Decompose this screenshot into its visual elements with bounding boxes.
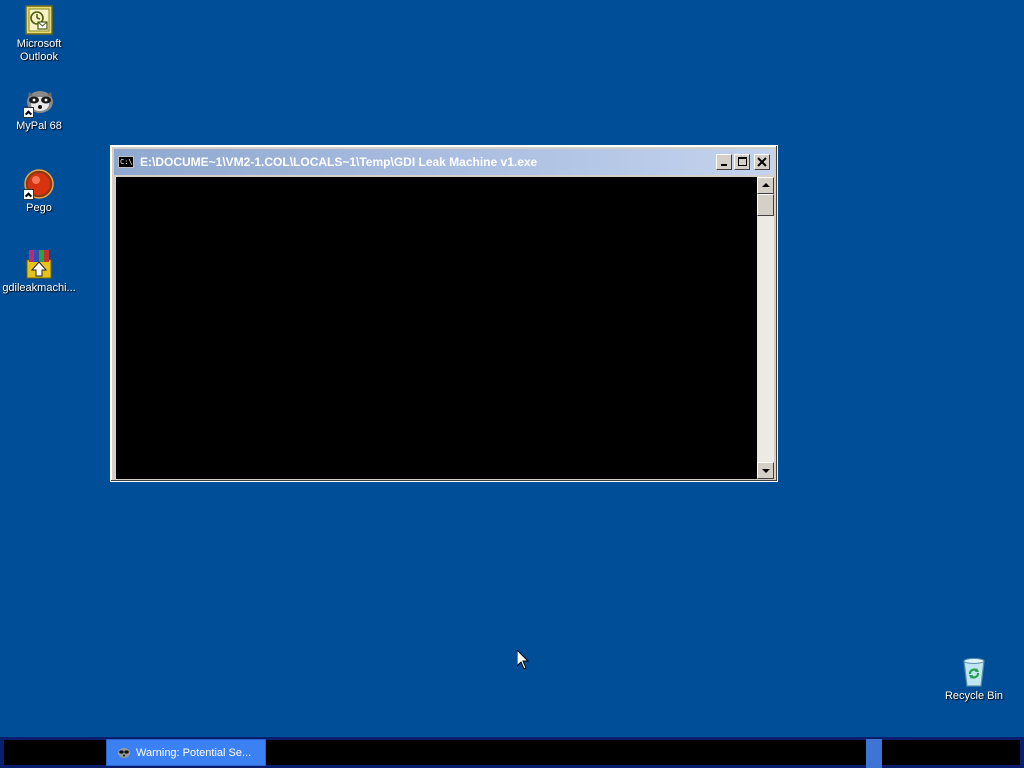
console-icon[interactable]: C:\ — [118, 156, 134, 168]
shortcut-arrow-icon — [23, 189, 34, 200]
console-output-area[interactable] — [116, 177, 757, 479]
taskbar-button-warning[interactable]: Warning: Potential Se... — [106, 739, 266, 766]
installer-icon — [23, 248, 55, 280]
mypal-icon — [23, 86, 55, 118]
maximize-button[interactable] — [734, 154, 750, 170]
desktop: Microsoft Outlook MyPal 68 Pego gdileakm… — [0, 0, 1024, 737]
pego-icon — [23, 168, 55, 200]
desktop-icon-label: Pego — [26, 202, 52, 214]
mouse-pointer-icon — [517, 650, 529, 670]
desktop-icon-pego[interactable]: Pego — [0, 168, 78, 215]
close-icon — [757, 157, 767, 167]
desktop-icon-label: MyPal 68 — [16, 120, 62, 132]
outlook-icon — [23, 4, 55, 36]
recycle-bin-icon — [958, 656, 990, 688]
desktop-icon-gdileakmachine[interactable]: gdileakmachi... — [0, 248, 78, 295]
warning-app-icon — [117, 746, 131, 760]
arrow-up-icon — [762, 183, 770, 187]
close-button[interactable] — [754, 154, 770, 170]
shortcut-arrow-icon — [23, 107, 34, 118]
scroll-thumb[interactable] — [757, 194, 774, 216]
desktop-icon-label: Microsoft Outlook — [16, 38, 62, 63]
desktop-icon-label: Recycle Bin — [944, 690, 1004, 702]
taskbar-button-label: Warning: Potential Se... — [136, 746, 252, 759]
window-title: E:\DOCUME~1\VM2-1.COL\LOCALS~1\Temp\GDI … — [140, 155, 538, 169]
scroll-down-button[interactable] — [757, 462, 774, 479]
minimize-icon — [721, 164, 727, 166]
desktop-icon-mypal-68[interactable]: MyPal 68 — [0, 86, 78, 133]
maximize-icon — [738, 157, 747, 166]
console-window[interactable]: C:\ E:\DOCUME~1\VM2-1.COL\LOCALS~1\Temp\… — [110, 145, 778, 482]
arrow-down-icon — [762, 469, 770, 473]
minimize-button[interactable] — [716, 154, 732, 170]
desktop-icon-label: gdileakmachi... — [2, 282, 76, 294]
scroll-up-button[interactable] — [757, 177, 774, 194]
desktop-icon-microsoft-outlook[interactable]: Microsoft Outlook — [0, 4, 78, 64]
taskbar-tray-separator — [866, 739, 882, 768]
desktop-icon-recycle-bin[interactable]: Recycle Bin — [935, 656, 1013, 703]
window-titlebar[interactable]: C:\ E:\DOCUME~1\VM2-1.COL\LOCALS~1\Temp\… — [114, 149, 774, 175]
vertical-scrollbar[interactable] — [757, 177, 774, 479]
